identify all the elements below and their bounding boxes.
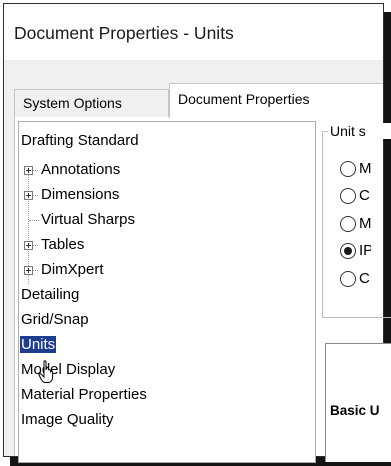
unit-radio-2-label: C [359,187,370,204]
expand-icon[interactable] [24,166,33,175]
unit-radio-ips[interactable] [340,243,356,259]
tree-item-detailing[interactable]: Detailing [21,286,79,304]
window-title: Document Properties - Units [14,23,234,43]
tree-item-units[interactable]: Units [20,336,57,354]
tree-item-virtual-sharps[interactable]: Virtual Sharps [41,211,135,229]
properties-tree[interactable]: Drafting Standard Annotations Dimensions… [18,121,316,463]
tree-item-grid-snap[interactable]: Grid/Snap [21,311,89,329]
tree-item-annotations[interactable]: Annotations [41,161,120,179]
tree-item-image-quality[interactable]: Image Quality [21,411,114,429]
title-bar: Document Properties - Units [4,4,383,60]
tree-connector [29,220,39,221]
unit-radio-ips-label: IP [359,242,371,259]
tree-item-material-properties[interactable]: Material Properties [21,386,147,404]
unit-radio-3-label: M [359,215,371,232]
unit-radio-1[interactable] [340,161,356,177]
hand-pointer-icon [38,360,54,383]
unit-system-label: Unit s [328,123,391,139]
unit-radio-2[interactable] [340,188,356,204]
tree-item-drafting-standard[interactable]: Drafting Standard [21,132,139,150]
tree-item-dimensions[interactable]: Dimensions [41,186,119,204]
tree-item-units-label: Units [20,336,57,353]
expand-icon[interactable] [24,241,33,250]
unit-radio-5-label: C [359,270,370,287]
tree-item-dimxpert[interactable]: DimXpert [41,261,104,279]
unit-radio-5[interactable] [340,271,356,287]
unit-radio-3[interactable] [340,216,356,232]
units-table-header: Basic U [330,403,380,418]
tree-item-model-display[interactable]: Model Display [21,361,115,379]
unit-radio-1-label: M [359,160,371,177]
expand-icon[interactable] [24,266,33,275]
unit-system-group [322,131,391,318]
tab-document-properties[interactable]: Document Properties [169,83,383,118]
tab-system-options[interactable]: System Options [14,89,169,117]
expand-icon[interactable] [24,191,33,200]
tree-item-tables[interactable]: Tables [41,236,84,254]
